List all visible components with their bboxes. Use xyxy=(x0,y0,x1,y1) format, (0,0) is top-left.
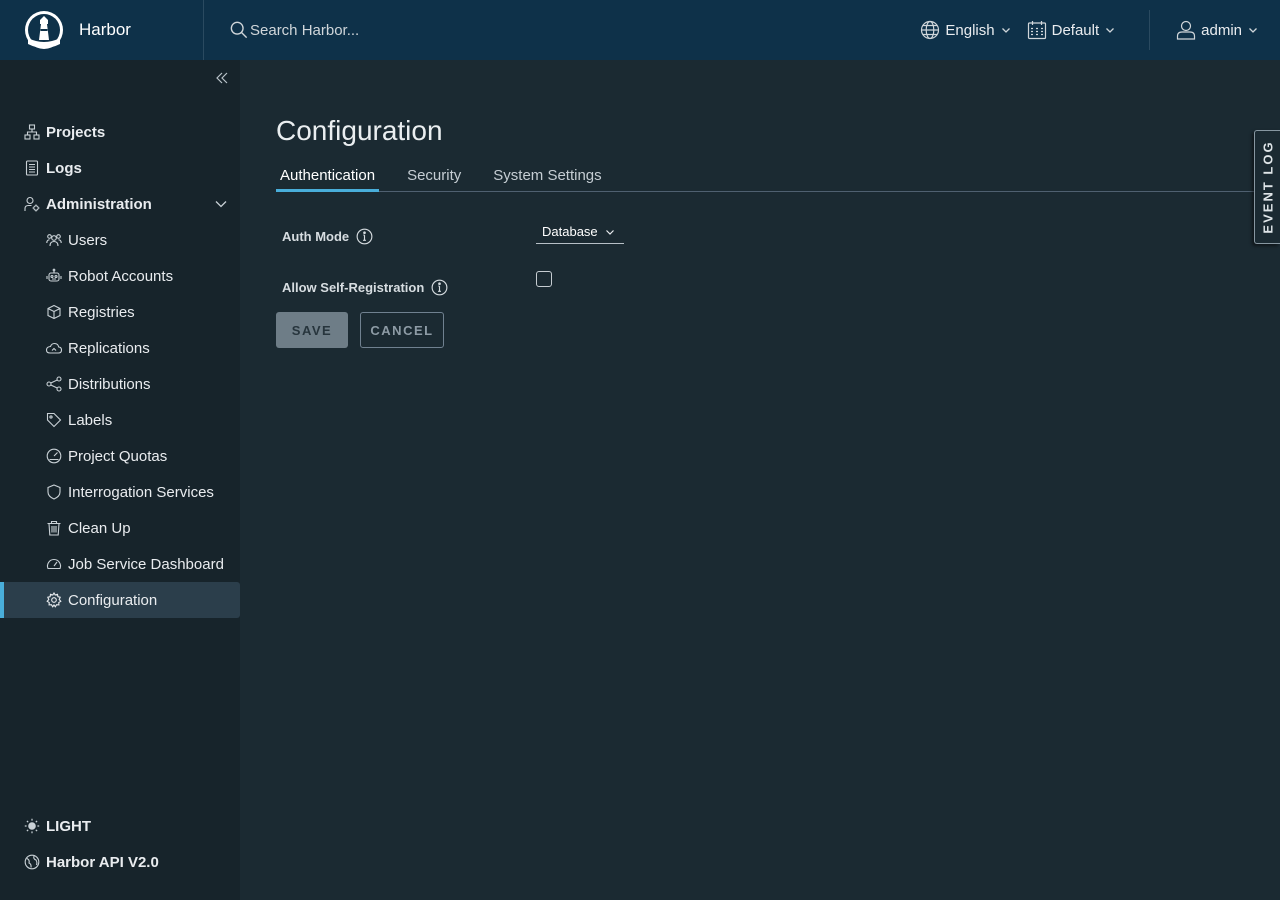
sidebar-item-label: Configuration xyxy=(68,591,158,609)
header-divider xyxy=(1149,10,1151,50)
brand-title: Harbor xyxy=(79,20,131,39)
sidebar-item-label: Projects xyxy=(46,123,106,141)
sidebar-item-label: Harbor API V2.0 xyxy=(46,853,159,871)
quotas-icon xyxy=(46,448,62,464)
search-input[interactable] xyxy=(250,21,550,39)
page-title: Configuration xyxy=(276,115,443,146)
sidebar-item-distributions[interactable]: Distributions xyxy=(0,366,240,402)
cancel-button[interactable]: CANCEL xyxy=(360,312,444,348)
labels-icon xyxy=(46,412,62,428)
sidebar-nav: Projects Logs Administration Users Robot… xyxy=(0,114,240,618)
sidebar-item-label: Logs xyxy=(46,159,82,177)
sidebar-item-job-service-dashboard[interactable]: Job Service Dashboard xyxy=(0,546,240,582)
sidebar-item-label: Clean Up xyxy=(68,519,131,537)
self-registration-label-text: Allow Self-Registration xyxy=(282,280,425,295)
self-registration-label: Allow Self-Registration xyxy=(282,279,448,296)
distributions-icon xyxy=(46,376,62,392)
tab-authentication[interactable]: Authentication xyxy=(276,160,380,192)
projects-icon xyxy=(24,124,40,140)
trash-icon xyxy=(47,520,61,536)
user-menu[interactable]: admin xyxy=(1176,20,1258,40)
event-log-tab[interactable]: EVENT LOG xyxy=(1254,130,1280,244)
administration-icon xyxy=(24,196,40,212)
sidebar-item-project-quotas[interactable]: Project Quotas xyxy=(0,438,240,474)
sidebar-item-labels[interactable]: Labels xyxy=(0,402,240,438)
user-icon xyxy=(1177,20,1196,40)
theme-selector[interactable]: Default xyxy=(1027,20,1116,40)
sidebar-item-label: Users xyxy=(68,231,108,249)
sun-icon xyxy=(24,818,40,834)
search-icon xyxy=(230,21,248,39)
sidebar-item-logs[interactable]: Logs xyxy=(0,150,240,186)
search-box xyxy=(230,21,730,39)
sidebar-item-administration[interactable]: Administration xyxy=(0,186,240,222)
auth-mode-label-text: Auth Mode xyxy=(282,229,350,244)
sidebar-item-label: Administration xyxy=(46,195,152,213)
tab-system-settings[interactable]: System Settings xyxy=(489,160,605,191)
sidebar-item-clean-up[interactable]: Clean Up xyxy=(0,510,240,546)
sidebar-item-users[interactable]: Users xyxy=(0,222,240,258)
sidebar-item-replications[interactable]: Replications xyxy=(0,330,240,366)
dashboard-icon xyxy=(46,559,62,570)
calendar-icon xyxy=(1027,21,1046,40)
info-icon[interactable] xyxy=(356,228,373,245)
auth-mode-label: Auth Mode xyxy=(282,228,373,245)
sidebar-item-label: Registries xyxy=(68,303,135,321)
save-button[interactable]: SAVE xyxy=(276,312,348,348)
chevron-down-icon xyxy=(1001,28,1010,33)
sidebar-item-label: Job Service Dashboard xyxy=(68,555,224,573)
header-actions: English Default admin xyxy=(920,0,1280,60)
registries-icon xyxy=(47,304,61,320)
chevron-down-icon[interactable] xyxy=(214,197,228,211)
sidebar-item-projects[interactable]: Projects xyxy=(0,114,240,150)
sidebar-item-interrogation-services[interactable]: Interrogation Services xyxy=(0,474,240,510)
sidebar-item-registries[interactable]: Registries xyxy=(0,294,240,330)
sidebar-item-robot-accounts[interactable]: Robot Accounts xyxy=(0,258,240,294)
harbor-api-link[interactable]: Harbor API V2.0 xyxy=(0,844,240,880)
robot-icon xyxy=(46,268,62,282)
sidebar-item-label: Project Quotas xyxy=(68,447,168,465)
sidebar-bottom: LIGHT Harbor API V2.0 xyxy=(0,808,240,880)
app-header: Harbor English Default xyxy=(0,0,1280,60)
sidebar-item-label: LIGHT xyxy=(46,817,91,835)
event-log-label: EVENT LOG xyxy=(1260,140,1275,234)
self-registration-row: Allow Self-Registration xyxy=(282,271,552,296)
self-registration-checkbox[interactable] xyxy=(536,271,552,287)
chevron-down-icon xyxy=(605,229,614,235)
tab-security[interactable]: Security xyxy=(403,160,465,191)
sidebar: Projects Logs Administration Users Robot… xyxy=(0,60,240,900)
sidebar-item-configuration[interactable]: Configuration xyxy=(0,582,240,618)
users-icon xyxy=(46,234,62,247)
language-selector[interactable]: English xyxy=(920,20,1010,40)
auth-mode-row: Auth Mode Database xyxy=(282,224,624,245)
auth-mode-select[interactable]: Database xyxy=(536,220,624,244)
user-name: admin xyxy=(1201,21,1242,39)
sidebar-item-label: Interrogation Services xyxy=(68,483,214,501)
info-icon[interactable] xyxy=(431,279,448,296)
theme-label: Default xyxy=(1051,21,1100,39)
sidebar-item-label: Labels xyxy=(68,411,113,429)
sidebar-item-label: Distributions xyxy=(68,375,151,393)
sidebar-item-label: Robot Accounts xyxy=(68,267,174,285)
theme-toggle[interactable]: LIGHT xyxy=(0,808,240,844)
chevron-down-icon xyxy=(1249,28,1257,33)
config-tabs: Authentication Security System Settings xyxy=(276,160,1260,192)
globe-icon xyxy=(921,20,940,40)
chevron-down-icon xyxy=(1106,28,1115,33)
gear-icon xyxy=(46,592,62,608)
shield-icon xyxy=(47,484,61,500)
sidebar-item-label: Replications xyxy=(68,339,150,357)
brand[interactable]: Harbor xyxy=(0,0,204,60)
auth-mode-value: Database xyxy=(542,224,598,239)
collapse-sidebar-icon[interactable] xyxy=(214,70,230,86)
main-content: Configuration Authentication Security Sy… xyxy=(240,60,1280,900)
logs-icon xyxy=(25,160,39,176)
replications-icon xyxy=(46,342,62,354)
api-icon xyxy=(24,854,40,870)
language-label: English xyxy=(945,21,995,39)
harbor-logo-icon xyxy=(25,11,63,49)
